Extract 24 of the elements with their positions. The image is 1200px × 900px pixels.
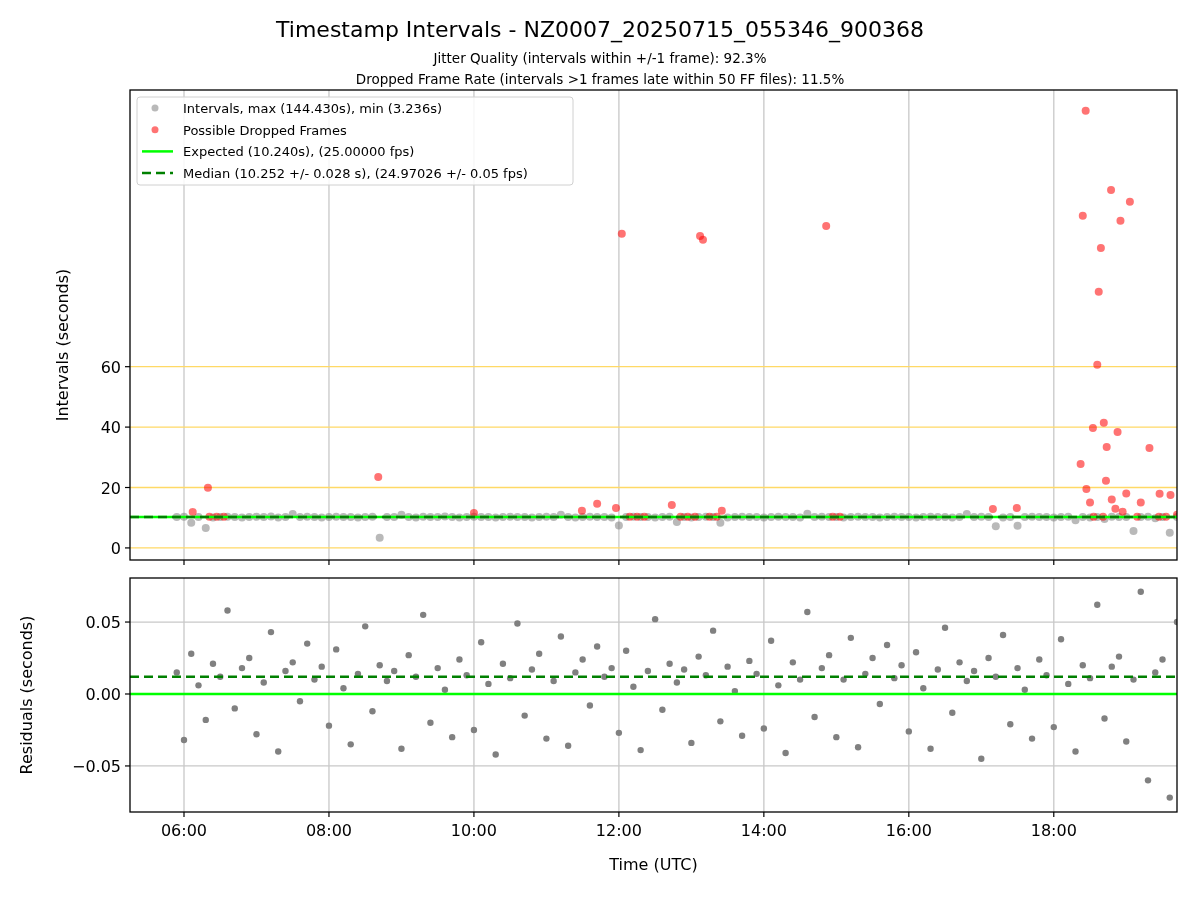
tick-label: 60 [100, 357, 121, 377]
tick-label: 18:00 [1030, 821, 1077, 840]
tick-label: 40 [100, 418, 121, 438]
chart-subtitle: Jitter Quality (intervals within +/-1 frame): 92.3% [433, 50, 767, 66]
tick-label: −0.05 [71, 756, 121, 776]
tick-label: 0.05 [85, 613, 121, 633]
legend-label: Expected (10.240s), (25.00000 fps) [183, 144, 415, 160]
chart-subtitle: Dropped Frame Rate (intervals >1 frames late within 50 FF files): 11.5% [355, 71, 845, 87]
legend-label: Median (10.252 +/- 0.028 s), (24.97026 +/- 0.05 fps) [183, 166, 528, 182]
axis-label: Residuals (seconds) [17, 615, 36, 775]
axis-label: Intervals (seconds) [53, 268, 72, 422]
tick-label: 06:00 [160, 821, 208, 840]
tick-label: 16:00 [885, 821, 932, 840]
tick-label: 0 [110, 538, 121, 558]
tick-label: 20 [100, 478, 121, 498]
legend-label: Possible Dropped Frames [183, 122, 347, 138]
tick-label: 12:00 [595, 821, 642, 840]
tick-label: 0.00 [85, 685, 121, 704]
chart-title: Timestamp Intervals - NZ0007_20250715_055346_900368 [276, 17, 924, 42]
axis-label: Time (UTC) [609, 855, 698, 874]
tick-label: 08:00 [305, 821, 352, 840]
tick-label: 10:00 [450, 821, 497, 840]
tick-label: 14:00 [740, 821, 787, 840]
legend-label: Intervals, max (144.430s), min (3.236s) [183, 101, 442, 116]
